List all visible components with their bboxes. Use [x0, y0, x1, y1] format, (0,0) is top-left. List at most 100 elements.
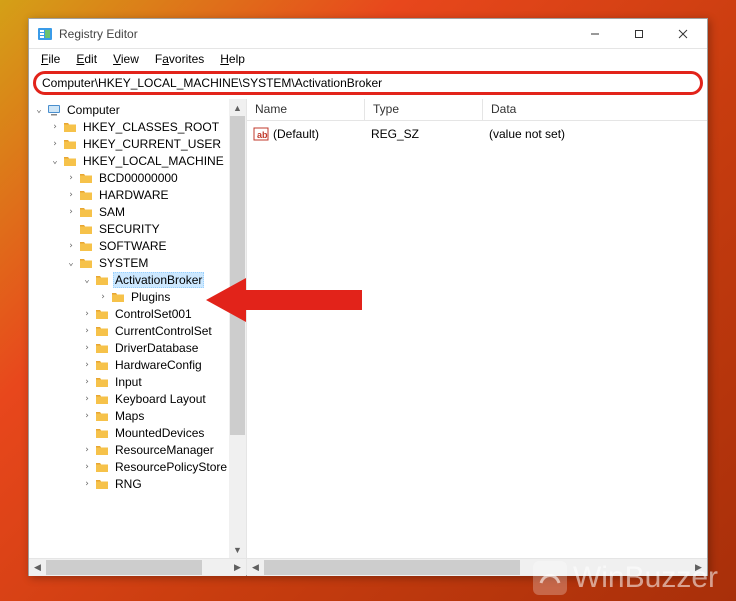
tree-node-system[interactable]: ⌄ SYSTEM	[31, 254, 246, 271]
menu-favorites[interactable]: Favorites	[149, 50, 210, 68]
chevron-right-icon[interactable]: ›	[81, 308, 93, 320]
folder-icon	[95, 308, 109, 320]
chevron-right-icon[interactable]: ›	[65, 189, 77, 201]
chevron-down-icon[interactable]: ⌄	[81, 274, 93, 286]
tree-node-security[interactable]: ›SECURITY	[31, 220, 246, 237]
scroll-up-button[interactable]: ▲	[229, 99, 246, 116]
tree-node-hkcr[interactable]: ›HKEY_CLASSES_ROOT	[31, 118, 246, 135]
tree-node-keyboardlayout[interactable]: › Keyboard Layout	[31, 390, 246, 407]
chevron-down-icon[interactable]: ⌄	[33, 104, 45, 116]
tree-node-sam[interactable]: › SAM	[31, 203, 246, 220]
column-name[interactable]: Name	[247, 99, 365, 120]
column-type[interactable]: Type	[365, 99, 483, 120]
tree-node-software[interactable]: › SOFTWARE	[31, 237, 246, 254]
values-pane: Name Type Data ab (Default) REG_SZ (valu…	[247, 99, 707, 575]
tree-node-hklm[interactable]: ⌄HKEY_LOCAL_MACHINE	[31, 152, 246, 169]
tree-node-rng[interactable]: ›RNG	[31, 475, 246, 492]
chevron-right-icon[interactable]: ›	[65, 172, 77, 184]
tree-node-hkcu[interactable]: › HKEY_CURRENT_USER	[31, 135, 246, 152]
value-data: (value not set)	[489, 127, 565, 141]
folder-icon	[95, 427, 109, 439]
tree-node-computer[interactable]: ⌄ Computer	[31, 101, 246, 118]
node-label: SOFTWARE	[97, 239, 169, 253]
folder-icon	[79, 257, 93, 269]
menu-file[interactable]: File	[35, 50, 66, 68]
chevron-right-icon[interactable]: ›	[81, 342, 93, 354]
address-bar[interactable]	[33, 71, 703, 95]
scroll-down-button[interactable]: ▼	[229, 541, 246, 558]
chevron-right-icon[interactable]: ›	[81, 461, 93, 473]
scroll-thumb[interactable]	[46, 560, 202, 575]
menu-help[interactable]: Help	[214, 50, 251, 68]
menu-edit[interactable]: Edit	[70, 50, 103, 68]
scroll-right-button[interactable]: ▶	[690, 559, 707, 576]
node-label: DriverDatabase	[113, 341, 200, 355]
chevron-right-icon[interactable]: ›	[81, 478, 93, 490]
chevron-down-icon[interactable]: ⌄	[49, 155, 61, 167]
string-value-icon: ab	[253, 126, 269, 142]
scroll-thumb[interactable]	[264, 560, 520, 575]
chevron-down-icon[interactable]: ⌄	[65, 257, 77, 269]
folder-icon	[63, 121, 77, 133]
tree-node-plugins[interactable]: › Plugins	[31, 288, 246, 305]
folder-icon	[95, 410, 109, 422]
computer-icon	[47, 104, 61, 116]
folder-icon	[79, 223, 93, 235]
tree-node-resourcepolicystore[interactable]: ›ResourcePolicyStore	[31, 458, 246, 475]
node-label: HKEY_CURRENT_USER	[81, 137, 223, 151]
tree-node-resourcemanager[interactable]: ›ResourceManager	[31, 441, 246, 458]
close-button[interactable]	[661, 20, 705, 48]
value-row[interactable]: ab (Default) REG_SZ (value not set)	[253, 125, 701, 143]
folder-icon	[79, 189, 93, 201]
chevron-right-icon[interactable]: ›	[65, 206, 77, 218]
chevron-right-icon[interactable]: ›	[97, 291, 109, 303]
node-label: SAM	[97, 205, 127, 219]
chevron-right-icon[interactable]: ›	[81, 359, 93, 371]
maximize-button[interactable]	[617, 20, 661, 48]
tree-node-controlset001[interactable]: ›ControlSet001	[31, 305, 246, 322]
node-label: SYSTEM	[97, 256, 150, 270]
regedit-app-icon	[37, 26, 53, 42]
folder-icon	[63, 155, 77, 167]
chevron-right-icon[interactable]: ›	[65, 240, 77, 252]
chevron-right-icon[interactable]: ›	[81, 393, 93, 405]
tree-node-hardware[interactable]: › HARDWARE	[31, 186, 246, 203]
node-label: HardwareConfig	[113, 358, 204, 372]
chevron-right-icon[interactable]: ›	[49, 121, 61, 133]
tree-node-bcd[interactable]: ›BCD00000000	[31, 169, 246, 186]
folder-icon	[95, 461, 109, 473]
menubar: File Edit View Favorites Help	[29, 49, 707, 69]
column-data[interactable]: Data	[483, 99, 707, 120]
chevron-right-icon[interactable]: ›	[49, 138, 61, 150]
node-label: HARDWARE	[97, 188, 171, 202]
tree-node-input[interactable]: ›Input	[31, 373, 246, 390]
chevron-right-icon[interactable]: ›	[81, 376, 93, 388]
tree-node-maps[interactable]: ›Maps	[31, 407, 246, 424]
tree-node-mounteddevices[interactable]: ›MountedDevices	[31, 424, 246, 441]
tree-pane: ⌄ Computer ›HKEY_CLASSES_ROOT › HKEY_CURRE…	[29, 99, 247, 575]
node-label: Computer	[65, 103, 122, 117]
tree-node-activationbroker[interactable]: ⌄ActivationBroker	[31, 271, 246, 288]
folder-icon	[95, 342, 109, 354]
tree-node-driverdatabase[interactable]: › DriverDatabase	[31, 339, 246, 356]
chevron-right-icon[interactable]: ›	[81, 325, 93, 337]
node-label: Keyboard Layout	[113, 392, 208, 406]
tree-node-hardwareconfig[interactable]: › HardwareConfig	[31, 356, 246, 373]
address-input[interactable]	[42, 76, 694, 90]
menu-view[interactable]: View	[107, 50, 145, 68]
scroll-left-button[interactable]: ◀	[247, 559, 264, 576]
chevron-right-icon[interactable]: ›	[81, 444, 93, 456]
minimize-button[interactable]	[573, 20, 617, 48]
scroll-left-button[interactable]: ◀	[29, 559, 46, 576]
scroll-thumb[interactable]	[230, 116, 245, 435]
tree-vertical-scrollbar[interactable]: ▲ ▼	[229, 99, 246, 558]
folder-icon	[63, 138, 77, 150]
node-label: Plugins	[129, 290, 172, 304]
chevron-right-icon[interactable]: ›	[81, 410, 93, 422]
tree-horizontal-scrollbar[interactable]: ◀ ▶	[29, 558, 246, 575]
tree-node-currentcontrolset[interactable]: ›CurrentControlSet	[31, 322, 246, 339]
folder-icon	[95, 274, 109, 286]
values-horizontal-scrollbar[interactable]: ◀ ▶	[247, 558, 707, 575]
titlebar[interactable]: Registry Editor	[29, 19, 707, 49]
scroll-right-button[interactable]: ▶	[229, 559, 246, 576]
